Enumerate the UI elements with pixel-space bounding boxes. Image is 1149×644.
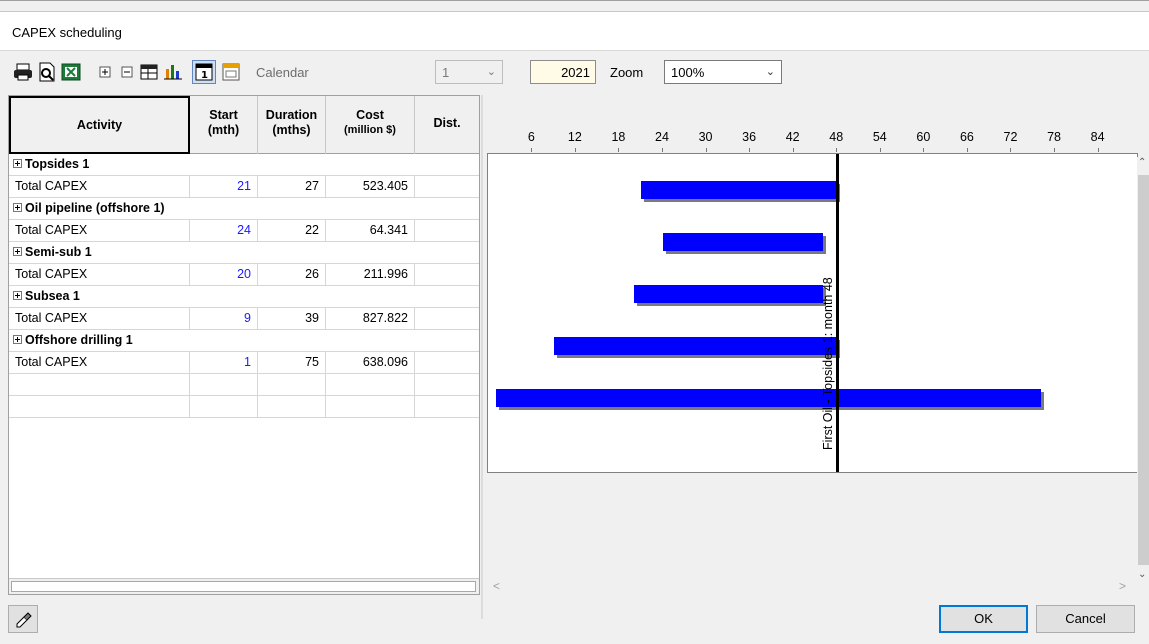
year-input[interactable]: 2021 — [530, 60, 596, 84]
axis-tick-label: 18 — [611, 130, 626, 144]
scroll-left-icon[interactable]: < — [493, 579, 500, 593]
gantt-bar[interactable] — [662, 233, 823, 251]
axis-tick-label: 60 — [916, 130, 931, 144]
timeline-axis: 6 12 18 24 30 36 42 48 54 60 66 72 78 84 — [483, 95, 1149, 153]
calendar-label: Calendar — [256, 65, 309, 80]
grid-header: Activity Start (mth) Duration (mths) Cos… — [9, 96, 479, 154]
title-bar: CAPEX scheduling — [0, 11, 1149, 51]
empty-row — [9, 374, 479, 396]
scrollbar-thumb[interactable] — [1138, 175, 1149, 565]
first-oil-marker-line[interactable] — [836, 154, 840, 472]
header-dist[interactable]: Dist. — [415, 96, 479, 154]
calendar-view-icon[interactable] — [220, 61, 242, 83]
header-cost[interactable]: Cost (million $) — [326, 96, 415, 154]
scroll-right-icon[interactable]: > — [1119, 579, 1126, 593]
expand-icon[interactable] — [13, 203, 22, 213]
scroll-up-icon[interactable]: ⌃ — [1138, 157, 1146, 168]
axis-tick-label: 12 — [567, 130, 582, 144]
table-row[interactable]: Total CAPEX 24 22 64.341 — [9, 220, 479, 242]
axis-tick-label: 54 — [872, 130, 887, 144]
axis-tick-mark — [1010, 148, 1012, 152]
axis-tick-mark — [966, 148, 968, 152]
group-row-semi-sub[interactable]: Semi-sub 1 — [9, 242, 479, 264]
axis-tick-label: 42 — [785, 130, 800, 144]
print-preview-icon[interactable] — [36, 61, 58, 83]
axis-tick-mark — [923, 148, 925, 152]
brush-icon — [13, 612, 33, 632]
axis-tick-mark — [836, 148, 838, 152]
axis-tick-mark — [618, 148, 620, 152]
first-oil-marker-label: First Oil - Topsides 1: month 48 — [821, 277, 836, 450]
scroll-down-icon[interactable]: ⌄ — [1138, 569, 1146, 580]
axis-tick-mark — [879, 148, 881, 152]
axis-tick-mark — [531, 148, 533, 152]
group-row-topsides[interactable]: Topsides 1 — [9, 154, 479, 176]
expand-all-icon[interactable] — [94, 61, 116, 83]
table-row[interactable]: Total CAPEX 9 39 827.822 — [9, 308, 479, 330]
group-row-subsea[interactable]: Subsea 1 — [9, 286, 479, 308]
table-row[interactable]: Total CAPEX 20 26 211.996 — [9, 264, 479, 286]
table-row[interactable]: Total CAPEX 1 75 638.096 — [9, 352, 479, 374]
cancel-button[interactable]: Cancel — [1036, 605, 1135, 633]
empty-row — [9, 396, 479, 418]
expand-icon[interactable] — [13, 247, 22, 257]
group-row-offshore-drilling[interactable]: Offshore drilling 1 — [9, 330, 479, 352]
axis-tick-label: 84 — [1090, 130, 1105, 144]
ok-button[interactable]: OK — [939, 605, 1028, 633]
axis-tick-label: 66 — [959, 130, 974, 144]
collapse-all-icon[interactable] — [116, 61, 138, 83]
zoom-dropdown[interactable]: 100% ⌄ — [664, 60, 782, 84]
grid-options-icon[interactable] — [138, 61, 160, 83]
axis-tick-mark — [792, 148, 794, 152]
grid-horizontal-scrollbar[interactable] — [9, 578, 479, 594]
print-icon[interactable] — [12, 61, 34, 83]
table-row[interactable]: Total CAPEX 21 27 523.405 — [9, 176, 479, 198]
gantt-chart-panel: 6 12 18 24 30 36 42 48 54 60 66 72 78 84 First Oil - … — [481, 95, 1149, 619]
gantt-bar[interactable] — [554, 337, 838, 355]
gantt-bar[interactable] — [641, 181, 838, 199]
axis-tick-mark — [1097, 148, 1099, 152]
header-duration[interactable]: Duration (mths) — [258, 96, 326, 154]
gantt-plot-area: First Oil - Topsides 1: month 48 — [487, 153, 1138, 473]
chart-horizontal-scrollbar[interactable]: < > — [483, 575, 1139, 597]
axis-tick-mark — [749, 148, 751, 152]
brush-settings-button[interactable] — [8, 605, 38, 633]
chevron-down-icon: ⌄ — [765, 66, 775, 78]
toolbar: 1 Calendar 1 ⌄ 2021 Zoom 100% ⌄ — [0, 51, 1149, 93]
gantt-bar[interactable] — [633, 285, 823, 303]
dialog-footer: OK Cancel — [0, 597, 1149, 644]
group-row-oil-pipeline[interactable]: Oil pipeline (offshore 1) — [9, 198, 479, 220]
capex-scheduling-window: CAPEX scheduling 1 Calendar 1 ⌄ 2021 Zoo… — [0, 0, 1149, 643]
svg-text:1: 1 — [201, 70, 208, 81]
axis-tick-label: 6 — [527, 130, 535, 144]
axis-tick-label: 48 — [829, 130, 844, 144]
chart-vertical-scrollbar[interactable]: ⌃ ⌄ — [1137, 157, 1149, 585]
expand-icon[interactable] — [13, 291, 22, 301]
monthly-view-icon[interactable]: 1 — [192, 60, 216, 84]
chevron-down-icon: ⌄ — [486, 66, 496, 78]
bar-chart-icon[interactable] — [162, 61, 184, 83]
axis-tick-mark — [1054, 148, 1056, 152]
axis-tick-label: 78 — [1047, 130, 1061, 144]
excel-export-icon[interactable] — [60, 61, 82, 83]
calendar-dropdown[interactable]: 1 ⌄ — [435, 60, 503, 84]
activity-grid: Activity Start (mth) Duration (mths) Cos… — [8, 95, 480, 595]
window-title: CAPEX scheduling — [12, 25, 122, 40]
header-activity[interactable]: Activity — [9, 96, 190, 154]
axis-tick-label: 72 — [1003, 130, 1018, 144]
header-start[interactable]: Start (mth) — [190, 96, 258, 154]
axis-tick-label: 24 — [655, 130, 669, 144]
axis-tick-label: 36 — [742, 130, 757, 144]
axis-tick-mark — [661, 148, 663, 152]
axis-tick-label: 30 — [698, 130, 713, 144]
expand-icon[interactable] — [13, 159, 22, 169]
scrollbar-thumb[interactable] — [11, 581, 476, 592]
expand-icon[interactable] — [13, 335, 22, 345]
gantt-bar[interactable] — [496, 389, 1041, 407]
axis-tick-mark — [705, 148, 707, 152]
zoom-label: Zoom — [610, 65, 644, 80]
axis-tick-mark — [574, 148, 576, 152]
